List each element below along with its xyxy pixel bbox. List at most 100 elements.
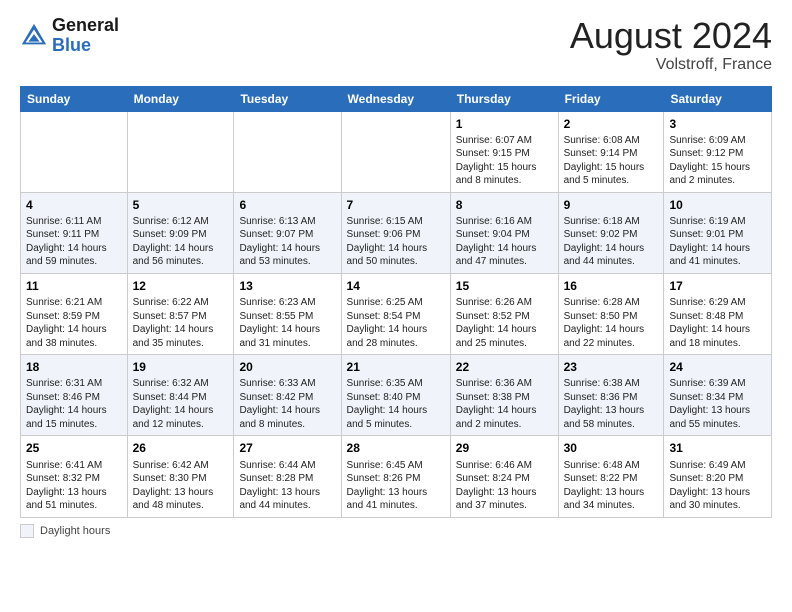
day-number: 20 — [239, 359, 335, 375]
day-number: 25 — [26, 440, 122, 456]
calendar-cell: 27Sunrise: 6:44 AM Sunset: 8:28 PM Dayli… — [234, 436, 341, 517]
calendar-cell: 4Sunrise: 6:11 AM Sunset: 9:11 PM Daylig… — [21, 192, 128, 273]
calendar-cell: 11 Sunrise: 6:21 AM Sunset: 8:59 PM Dayli… — [21, 273, 128, 354]
calendar-cell — [341, 111, 450, 192]
page: General Blue August 2024 Volstroff, Fran… — [0, 0, 792, 548]
day-info: Sunrise: 6:22 AM Sunset: 8:57 PM Dayligh… — [133, 296, 229, 350]
calendar-day-header: Sunday — [21, 86, 128, 111]
day-number: 5 — [133, 197, 229, 213]
calendar-cell: 5 Sunrise: 6:12 AM Sunset: 9:09 PM Daylig… — [127, 192, 234, 273]
logo-icon — [20, 22, 48, 50]
calendar-week-row: 4Sunrise: 6:11 AM Sunset: 9:11 PM Daylig… — [21, 192, 772, 273]
calendar-cell: 12 Sunrise: 6:22 AM Sunset: 8:57 PM Dayli… — [127, 273, 234, 354]
calendar-cell: 16 Sunrise: 6:28 AM Sunset: 8:50 PM Dayli… — [558, 273, 664, 354]
day-number: 24 — [669, 359, 766, 375]
day-info: Sunrise: 6:41 AM Sunset: 8:32 PM Dayligh… — [26, 459, 122, 513]
day-number: 22 — [456, 359, 553, 375]
calendar-week-row: 1Sunrise: 6:07 AM Sunset: 9:15 PM Daylig… — [21, 111, 772, 192]
day-info: Sunrise: 6:33 AM Sunset: 8:42 PM Dayligh… — [239, 377, 335, 431]
day-number: 17 — [669, 278, 766, 294]
calendar-cell: 7 Sunrise: 6:15 AM Sunset: 9:06 PM Daylig… — [341, 192, 450, 273]
calendar-cell: 6 Sunrise: 6:13 AM Sunset: 9:07 PM Daylig… — [234, 192, 341, 273]
month-title: August 2024 — [570, 16, 772, 56]
location: Volstroff, France — [570, 56, 772, 74]
calendar-cell: 1Sunrise: 6:07 AM Sunset: 9:15 PM Daylig… — [450, 111, 558, 192]
logo-blue: Blue — [52, 36, 119, 56]
day-number: 12 — [133, 278, 229, 294]
calendar-cell: 8Sunrise: 6:16 AM Sunset: 9:04 PM Daylig… — [450, 192, 558, 273]
day-number: 13 — [239, 278, 335, 294]
day-number: 30 — [564, 440, 659, 456]
day-number: 11 — [26, 278, 122, 294]
calendar-cell: 21Sunrise: 6:35 AM Sunset: 8:40 PM Dayli… — [341, 355, 450, 436]
calendar-cell: 30Sunrise: 6:48 AM Sunset: 8:22 PM Dayli… — [558, 436, 664, 517]
calendar-cell — [127, 111, 234, 192]
calendar-day-header: Saturday — [664, 86, 772, 111]
day-info: Sunrise: 6:28 AM Sunset: 8:50 PM Dayligh… — [564, 296, 659, 350]
day-info: Sunrise: 6:21 AM Sunset: 8:59 PM Dayligh… — [26, 296, 122, 350]
title-block: August 2024 Volstroff, France — [570, 16, 772, 74]
day-info: Sunrise: 6:23 AM Sunset: 8:55 PM Dayligh… — [239, 296, 335, 350]
day-info: Sunrise: 6:13 AM Sunset: 9:07 PM Dayligh… — [239, 215, 335, 269]
day-number: 3 — [669, 116, 766, 132]
calendar-cell: 17 Sunrise: 6:29 AM Sunset: 8:48 PM Dayli… — [664, 273, 772, 354]
calendar-cell: 3 Sunrise: 6:09 AM Sunset: 9:12 PM Daylig… — [664, 111, 772, 192]
calendar-day-header: Thursday — [450, 86, 558, 111]
day-info: Sunrise: 6:19 AM Sunset: 9:01 PM Dayligh… — [669, 215, 766, 269]
day-number: 14 — [347, 278, 445, 294]
day-info: Sunrise: 6:15 AM Sunset: 9:06 PM Dayligh… — [347, 215, 445, 269]
day-number: 28 — [347, 440, 445, 456]
calendar-cell: 10 Sunrise: 6:19 AM Sunset: 9:01 PM Dayli… — [664, 192, 772, 273]
day-info: Sunrise: 6:26 AM Sunset: 8:52 PM Dayligh… — [456, 296, 553, 350]
calendar-cell: 22Sunrise: 6:36 AM Sunset: 8:38 PM Dayli… — [450, 355, 558, 436]
calendar-cell: 25 Sunrise: 6:41 AM Sunset: 8:32 PM Dayli… — [21, 436, 128, 517]
day-number: 18 — [26, 359, 122, 375]
day-info: Sunrise: 6:39 AM Sunset: 8:34 PM Dayligh… — [669, 377, 766, 431]
day-number: 6 — [239, 197, 335, 213]
day-number: 9 — [564, 197, 659, 213]
day-number: 26 — [133, 440, 229, 456]
day-info: Sunrise: 6:44 AM Sunset: 8:28 PM Dayligh… — [239, 459, 335, 513]
day-number: 15 — [456, 278, 553, 294]
calendar-cell: 29Sunrise: 6:46 AM Sunset: 8:24 PM Dayli… — [450, 436, 558, 517]
day-number: 10 — [669, 197, 766, 213]
calendar-day-header: Friday — [558, 86, 664, 111]
daylight-box-icon — [20, 524, 34, 538]
calendar-cell: 31Sunrise: 6:49 AM Sunset: 8:20 PM Dayli… — [664, 436, 772, 517]
calendar-cell: 15 Sunrise: 6:26 AM Sunset: 8:52 PM Dayli… — [450, 273, 558, 354]
day-number: 4 — [26, 197, 122, 213]
day-info: Sunrise: 6:46 AM Sunset: 8:24 PM Dayligh… — [456, 459, 553, 513]
day-info: Sunrise: 6:09 AM Sunset: 9:12 PM Dayligh… — [669, 134, 766, 188]
day-info: Sunrise: 6:29 AM Sunset: 8:48 PM Dayligh… — [669, 296, 766, 350]
day-number: 1 — [456, 116, 553, 132]
day-info: Sunrise: 6:45 AM Sunset: 8:26 PM Dayligh… — [347, 459, 445, 513]
calendar-header-row: SundayMondayTuesdayWednesdayThursdayFrid… — [21, 86, 772, 111]
day-number: 16 — [564, 278, 659, 294]
calendar-table: SundayMondayTuesdayWednesdayThursdayFrid… — [20, 86, 772, 518]
calendar-cell: 28 Sunrise: 6:45 AM Sunset: 8:26 PM Dayli… — [341, 436, 450, 517]
calendar-cell: 20 Sunrise: 6:33 AM Sunset: 8:42 PM Dayli… — [234, 355, 341, 436]
day-info: Sunrise: 6:16 AM Sunset: 9:04 PM Dayligh… — [456, 215, 553, 269]
calendar-cell: 9Sunrise: 6:18 AM Sunset: 9:02 PM Daylig… — [558, 192, 664, 273]
calendar-cell: 18Sunrise: 6:31 AM Sunset: 8:46 PM Dayli… — [21, 355, 128, 436]
day-info: Sunrise: 6:12 AM Sunset: 9:09 PM Dayligh… — [133, 215, 229, 269]
calendar-cell — [234, 111, 341, 192]
calendar-cell: 14Sunrise: 6:25 AM Sunset: 8:54 PM Dayli… — [341, 273, 450, 354]
calendar-cell: 24 Sunrise: 6:39 AM Sunset: 8:34 PM Dayli… — [664, 355, 772, 436]
day-number: 21 — [347, 359, 445, 375]
logo-text: General Blue — [52, 16, 119, 56]
day-number: 7 — [347, 197, 445, 213]
calendar-cell: 26Sunrise: 6:42 AM Sunset: 8:30 PM Dayli… — [127, 436, 234, 517]
day-info: Sunrise: 6:49 AM Sunset: 8:20 PM Dayligh… — [669, 459, 766, 513]
logo: General Blue — [20, 16, 119, 56]
calendar-week-row: 18Sunrise: 6:31 AM Sunset: 8:46 PM Dayli… — [21, 355, 772, 436]
day-number: 2 — [564, 116, 659, 132]
day-info: Sunrise: 6:32 AM Sunset: 8:44 PM Dayligh… — [133, 377, 229, 431]
day-number: 19 — [133, 359, 229, 375]
calendar-day-header: Wednesday — [341, 86, 450, 111]
calendar-day-header: Tuesday — [234, 86, 341, 111]
calendar-cell — [21, 111, 128, 192]
calendar-cell: 19 Sunrise: 6:32 AM Sunset: 8:44 PM Dayli… — [127, 355, 234, 436]
calendar-cell: 13 Sunrise: 6:23 AM Sunset: 8:55 PM Dayli… — [234, 273, 341, 354]
calendar-week-row: 25 Sunrise: 6:41 AM Sunset: 8:32 PM Dayli… — [21, 436, 772, 517]
